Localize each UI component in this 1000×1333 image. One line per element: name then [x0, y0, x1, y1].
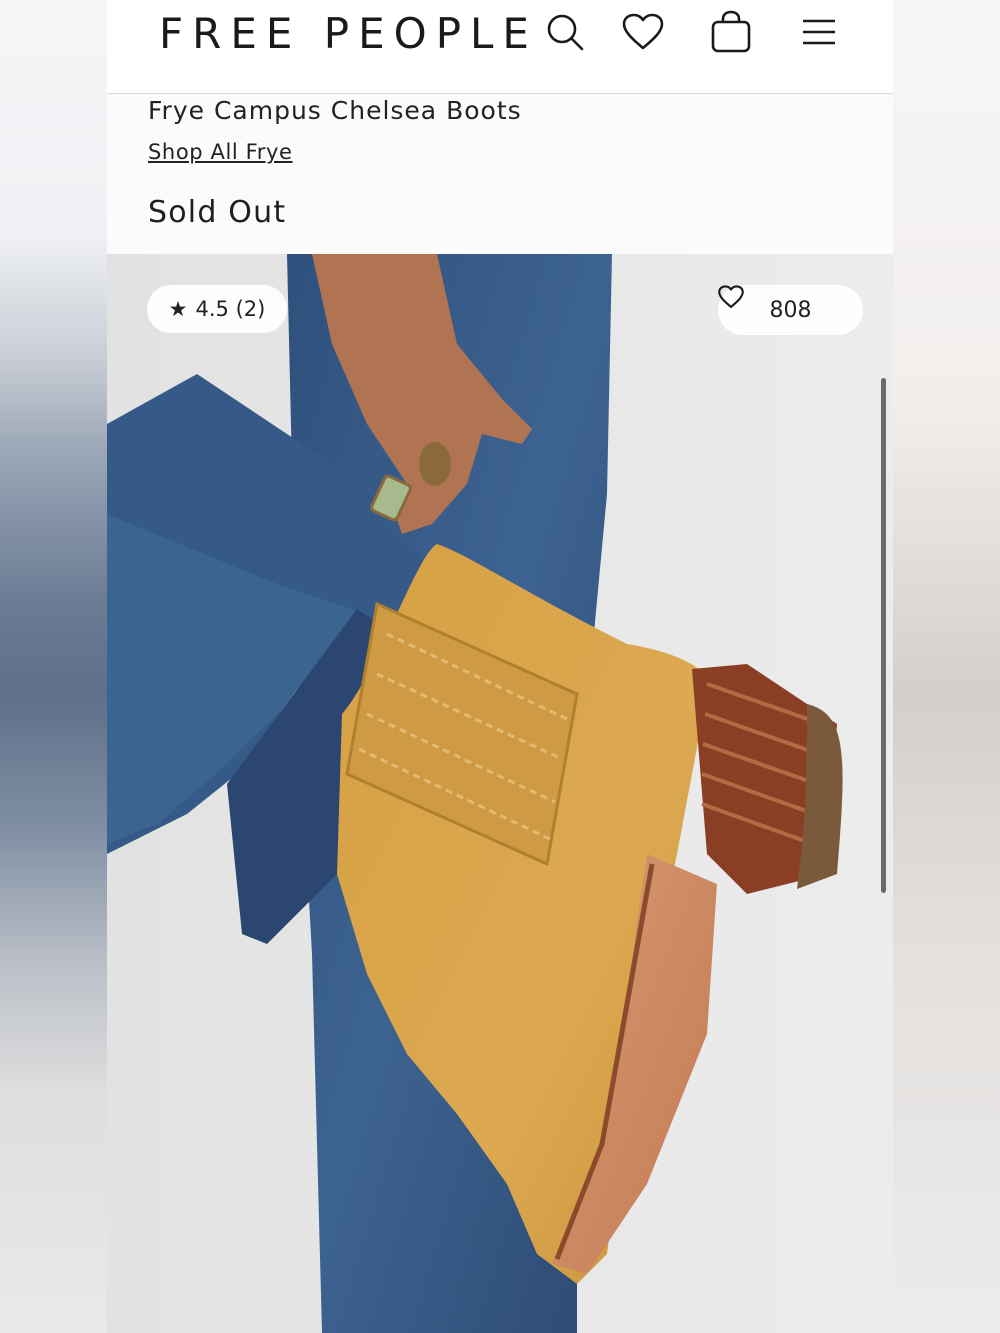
star-icon: ★ [168, 297, 188, 321]
product-image[interactable]: ★ 4.5 (2) 808 [107, 254, 893, 1333]
heart-icon [718, 285, 744, 308]
shopping-bag-icon[interactable] [707, 8, 755, 56]
top-navigation-bar: FREE PEOPLE [107, 0, 893, 94]
rating-value: 4.5 (2) [195, 297, 266, 321]
stock-status: Sold Out [148, 195, 287, 230]
shop-all-brand-link[interactable]: Shop All Frye [148, 137, 293, 167]
scrollbar[interactable] [881, 378, 886, 893]
rating-badge[interactable]: ★ 4.5 (2) [147, 285, 287, 333]
menu-icon[interactable] [795, 8, 843, 56]
product-title: Frye Campus Chelsea Boots [148, 96, 522, 125]
favorites-badge[interactable]: 808 [718, 285, 863, 335]
heart-icon[interactable] [619, 8, 667, 56]
boot-photo-illustration [107, 254, 893, 1333]
background-right [893, 0, 1000, 1333]
favorites-count: 808 [769, 297, 812, 323]
search-icon[interactable] [541, 8, 589, 56]
product-page: FREE PEOPLE Frye Campus Chelsea Boots Sh… [107, 0, 893, 1333]
brand-logo[interactable]: FREE PEOPLE [159, 8, 538, 60]
